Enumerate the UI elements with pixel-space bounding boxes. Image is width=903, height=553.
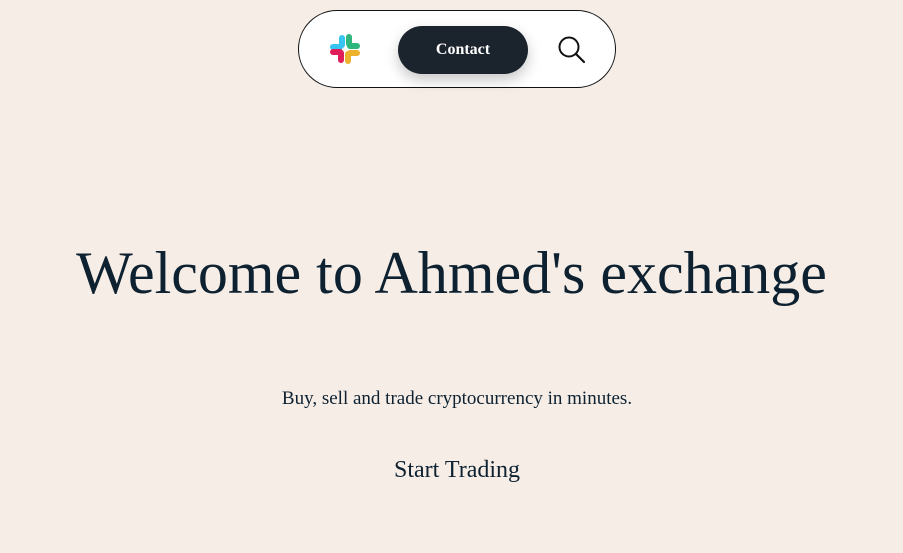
hero-subtitle: Buy, sell and trade cryptocurrency in mi… — [281, 388, 633, 409]
slack-logo-icon[interactable] — [329, 33, 361, 65]
hero-title: Welcome to Ahmed's exchange — [76, 240, 827, 306]
contact-button[interactable]: Contact — [398, 26, 528, 74]
search-icon[interactable] — [557, 35, 587, 65]
top-navbar: Contact — [298, 10, 616, 88]
start-trading-link[interactable]: Start Trading — [0, 455, 903, 485]
